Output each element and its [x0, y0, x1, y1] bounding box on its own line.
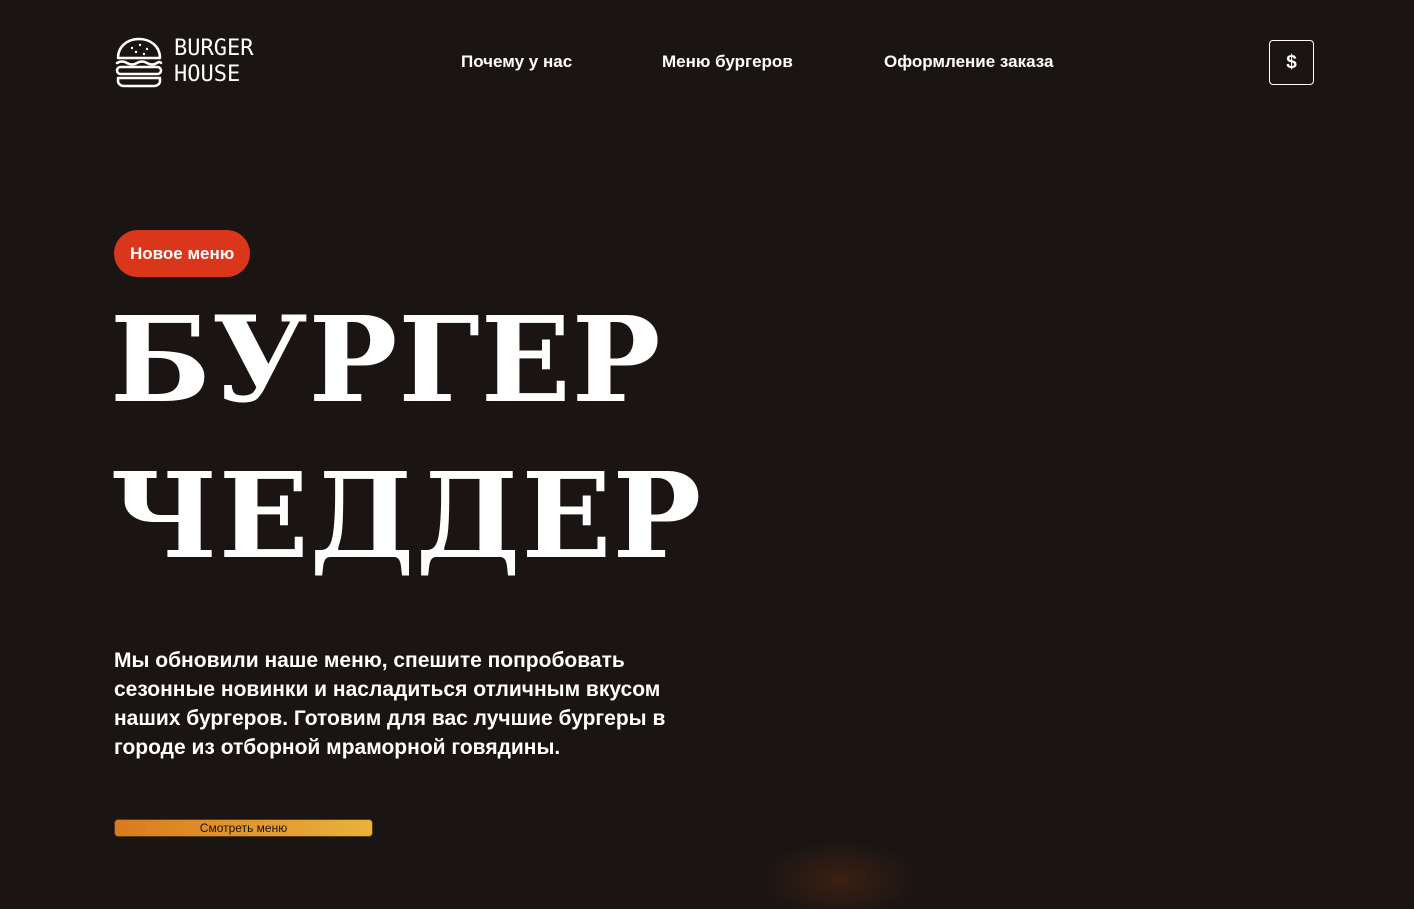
hero-title-line-2: ЧЕДДЕР — [110, 446, 703, 585]
logo-text: BURGER HOUSE — [174, 36, 253, 88]
logo[interactable]: BURGER HOUSE — [114, 36, 253, 88]
new-menu-badge: Новое меню — [114, 230, 251, 277]
hero-title-line-1: БУРГЕР — [110, 290, 662, 429]
nav-burger-menu[interactable]: Меню бургеров — [662, 52, 793, 72]
hero-title: БУРГЕР ЧЕДДЕР — [110, 282, 702, 594]
background-glow — [760, 840, 920, 909]
currency-button[interactable]: $ — [1269, 40, 1314, 85]
nav-checkout[interactable]: Оформление заказа — [884, 52, 1053, 72]
hero-description: Мы обновили наше меню, спешите попробова… — [114, 649, 666, 759]
logo-line-1: BURGER — [174, 36, 254, 61]
burger-icon — [115, 37, 163, 88]
logo-line-2: HOUSE — [174, 62, 241, 87]
nav-why-us[interactable]: Почему у нас — [461, 52, 572, 72]
page: BURGER HOUSE Почему у нас Меню бургеров … — [0, 0, 1414, 909]
view-menu-button[interactable]: Смотреть меню — [114, 819, 373, 837]
